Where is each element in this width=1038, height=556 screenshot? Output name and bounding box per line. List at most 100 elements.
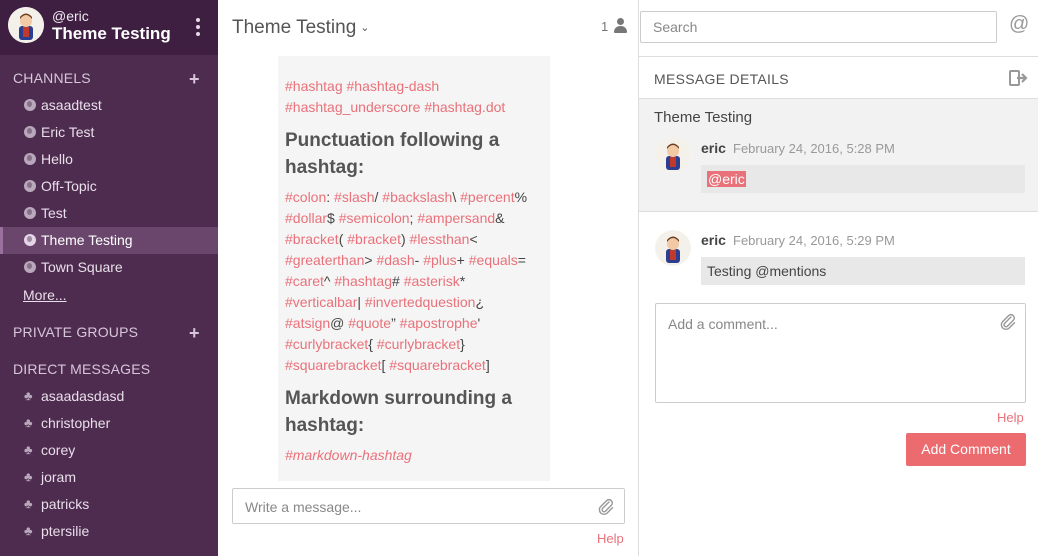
hashtag-link[interactable]: #invertedquestion xyxy=(365,294,476,310)
hashtag-link[interactable]: #curlybracket xyxy=(377,336,460,352)
search-placeholder: Search xyxy=(653,19,698,35)
help-link[interactable]: Help xyxy=(997,410,1024,425)
sidebar: @eric Theme Testing CHANNELS + asaadtest… xyxy=(0,0,218,556)
sidebar-header: @eric Theme Testing xyxy=(0,0,218,55)
exit-icon[interactable] xyxy=(1009,69,1029,87)
mentions-button[interactable]: @ xyxy=(1009,13,1029,36)
punctuation-text: $ xyxy=(327,210,339,226)
hashtag-link[interactable]: #squarebracket xyxy=(285,357,382,373)
hashtag-link[interactable]: #colon xyxy=(285,189,326,205)
hashtag-link[interactable]: #quote xyxy=(348,315,391,331)
avatar[interactable] xyxy=(655,137,691,173)
sidebar-item-dm[interactable]: ♣ asaadasdasd xyxy=(0,383,218,410)
hashtag-link[interactable]: #percent xyxy=(460,189,514,205)
hashtag-link[interactable]: #bracket xyxy=(285,231,339,247)
hashtag-link[interactable]: #hashtag.dot xyxy=(424,99,505,115)
sidebar-item-channel[interactable]: asaadtest xyxy=(0,92,218,119)
punctuation-text: ] xyxy=(485,357,490,373)
punctuation-text: ) xyxy=(400,231,410,247)
comment-input[interactable]: Add a comment... xyxy=(655,303,1026,403)
team-name: Theme Testing xyxy=(52,24,171,43)
hashtag-link[interactable]: #greaterthan xyxy=(285,252,364,268)
search-input[interactable]: Search xyxy=(640,11,997,43)
root-post: Theme Testing eric February 24, 2016, 5:… xyxy=(639,99,1038,212)
post-heading: Markdown surrounding a hashtag: xyxy=(285,388,512,436)
hashtag-link[interactable]: #hashtag xyxy=(285,78,343,94)
hashtag-line: #hashtag_underscore #hashtag.dot xyxy=(285,97,542,118)
sidebar-item-channel[interactable]: Off-Topic xyxy=(0,173,218,200)
sidebar-item-channel-active[interactable]: Theme Testing xyxy=(0,227,218,254)
sidebar-item-channel[interactable]: Town Square xyxy=(0,254,218,281)
hashtag-link[interactable]: #semicolon xyxy=(339,210,410,226)
paperclip-icon[interactable] xyxy=(999,313,1017,331)
hashtag-link[interactable]: #verticalbar xyxy=(285,294,357,310)
hashtag-link[interactable]: #curlybracket xyxy=(285,336,368,352)
person-icon: ♣ xyxy=(24,415,33,430)
sidebar-item-label: Off-Topic xyxy=(41,178,97,194)
post-timestamp[interactable]: February 24, 2016, 5:28 PM xyxy=(733,141,895,156)
punctuation-text: ' xyxy=(477,315,481,331)
hashtag-link[interactable]: #markdown-hashtag xyxy=(285,445,542,466)
hashtag-link[interactable]: #squarebracket xyxy=(389,357,486,373)
channel-view: Theme Testing ⌄ 1 #hashtag #hashtag-dash … xyxy=(218,0,638,556)
add-private-group-button[interactable]: + xyxy=(189,324,200,342)
sidebar-item-dm[interactable]: ♣ patricks xyxy=(0,491,218,518)
sidebar-item-dm[interactable]: ♣ corey xyxy=(0,437,218,464)
punctuation-text: ( xyxy=(338,231,348,247)
vertical-dots-icon[interactable] xyxy=(192,16,204,38)
hashtag-link[interactable]: #asterisk xyxy=(404,273,460,289)
hashtag-link[interactable]: #hashtag xyxy=(334,273,392,289)
sidebar-item-dm[interactable]: ♣ joram xyxy=(0,464,218,491)
sidebar-item-label: ptersilie xyxy=(41,523,90,539)
punctuation-text: \ xyxy=(452,189,461,205)
punctuation-text: ¿ xyxy=(475,294,484,310)
hashtag-link[interactable]: #atsign xyxy=(285,315,330,331)
more-channels-link[interactable]: More... xyxy=(23,287,67,303)
hashtag-link[interactable]: #caret xyxy=(285,273,324,289)
hashtag-link[interactable]: #bracket xyxy=(347,231,401,247)
paperclip-icon[interactable] xyxy=(597,498,615,516)
user-avatar[interactable] xyxy=(8,7,44,43)
hashtag-line: #hashtag #hashtag-dash xyxy=(285,76,542,97)
sidebar-item-dm[interactable]: ♣ christopher xyxy=(0,410,218,437)
help-link[interactable]: Help xyxy=(597,531,624,546)
add-comment-button[interactable]: Add Comment xyxy=(906,433,1026,466)
punctuation-text: = xyxy=(517,252,526,268)
globe-icon xyxy=(24,180,36,192)
sidebar-item-label: Test xyxy=(41,205,67,221)
sidebar-item-label: corey xyxy=(41,442,76,458)
punctuation-text: > xyxy=(364,252,377,268)
add-channel-button[interactable]: + xyxy=(189,70,200,88)
sidebar-item-channel[interactable]: Hello xyxy=(0,146,218,173)
hashtag-link[interactable]: #plus xyxy=(423,252,456,268)
hashtag-link[interactable]: #hashtag-dash xyxy=(347,78,440,94)
post-timestamp[interactable]: February 24, 2016, 5:29 PM xyxy=(733,233,895,248)
hashtag-link[interactable]: #ampersand xyxy=(417,210,495,226)
members-icon[interactable] xyxy=(614,18,627,34)
punctuation-text: { xyxy=(368,336,377,352)
hashtag-link[interactable]: #hashtag_underscore xyxy=(285,99,420,115)
sidebar-item-label: christopher xyxy=(41,415,111,431)
sidebar-item-label: Theme Testing xyxy=(41,232,133,248)
hashtag-link[interactable]: #lessthan xyxy=(410,231,470,247)
sidebar-item-channel[interactable]: Test xyxy=(0,200,218,227)
post-username[interactable]: eric xyxy=(701,232,726,248)
punctuation-text: - xyxy=(414,252,424,268)
hashtag-link[interactable]: #backslash xyxy=(382,189,452,205)
mention-link[interactable]: @eric xyxy=(707,171,746,187)
post-username[interactable]: eric xyxy=(701,140,726,156)
sidebar-item-label: Eric Test xyxy=(41,124,95,140)
globe-icon xyxy=(24,126,36,138)
channel-title[interactable]: Theme Testing ⌄ xyxy=(232,17,370,39)
hashtag-link[interactable]: #apostrophe xyxy=(400,315,478,331)
sidebar-item-channel[interactable]: Eric Test xyxy=(0,119,218,146)
hashtag-link[interactable]: #dollar xyxy=(285,210,327,226)
hashtag-link[interactable]: #dash xyxy=(376,252,414,268)
sidebar-item-dm[interactable]: ♣ ptersilie xyxy=(0,518,218,545)
hashtag-link[interactable]: #equals xyxy=(469,252,518,268)
member-count[interactable]: 1 xyxy=(601,19,608,34)
avatar[interactable] xyxy=(655,230,691,266)
message-input[interactable]: Write a message... xyxy=(232,488,625,524)
hashtag-link[interactable]: #slash xyxy=(334,189,374,205)
channels-header: CHANNELS xyxy=(13,70,91,86)
